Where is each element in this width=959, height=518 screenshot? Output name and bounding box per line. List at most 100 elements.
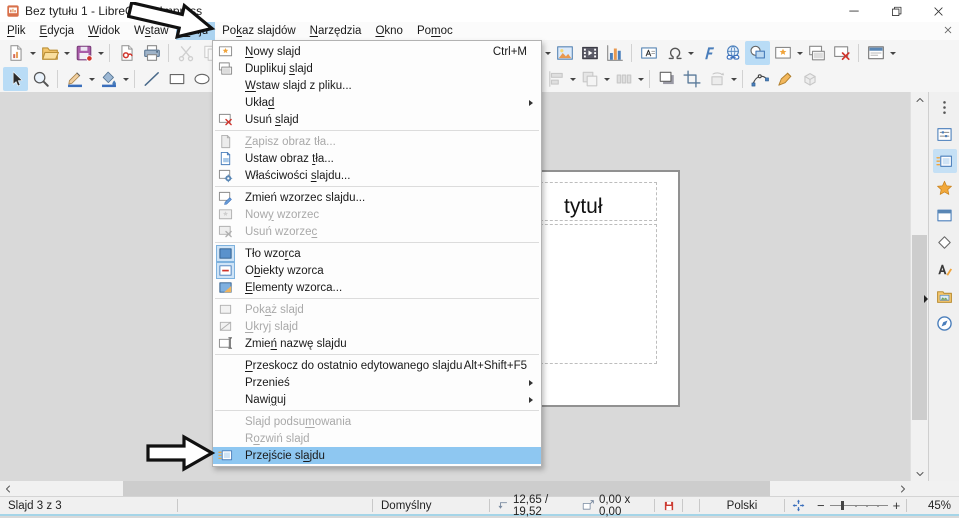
select-tool-button[interactable]: [3, 67, 28, 91]
distribute-dropdown-arrow-icon[interactable]: [636, 67, 645, 91]
export-pdf-button[interactable]: [114, 41, 139, 65]
duplicate-slide-button-button[interactable]: [804, 41, 829, 65]
scroll-up-icon[interactable]: [911, 92, 928, 107]
zoom-in-icon[interactable]: +: [893, 498, 901, 513]
new-slide-button-button[interactable]: [770, 41, 795, 65]
open-button[interactable]: [37, 41, 62, 65]
menu-item-slide-properties[interactable]: Właściwości slajdu...: [213, 167, 541, 184]
open-dropdown-arrow-icon[interactable]: [62, 41, 71, 65]
horizontal-scrollbar-thumb[interactable]: [123, 481, 770, 496]
sidebar-animation-panel[interactable]: [933, 176, 957, 200]
sidebar-slide-transition-panel[interactable]: [932, 149, 957, 173]
insert-line-button[interactable]: [139, 67, 164, 91]
menu-edycja[interactable]: Edycja: [33, 22, 82, 40]
menu-item-slide-transition[interactable]: Przejście slajdu: [213, 447, 541, 464]
transformations-dropdown-arrow-icon[interactable]: [729, 67, 738, 91]
show-draw-functions-button[interactable]: [745, 41, 770, 65]
menu-item-master-elements[interactable]: Elementy wzorca...: [213, 279, 541, 296]
fill-color-button[interactable]: [96, 67, 121, 91]
save-button[interactable]: [71, 41, 96, 65]
rectangle-tool-button[interactable]: [164, 67, 189, 91]
master-slide-button-button[interactable]: [863, 41, 888, 65]
new-document-dropdown-arrow-icon[interactable]: [28, 41, 37, 65]
restore-button[interactable]: [875, 0, 917, 22]
align-objects-button[interactable]: [543, 67, 568, 91]
menu-item-duplicate-slide[interactable]: Duplikuj slajd: [213, 60, 541, 77]
ellipse-tool-button[interactable]: [189, 67, 214, 91]
menu-item-move-slide[interactable]: Przenieś: [213, 374, 541, 391]
arrange-dropdown-arrow-icon[interactable]: [602, 67, 611, 91]
insert-table-dropdown-dropdown-arrow-icon[interactable]: [543, 41, 552, 65]
crop-button[interactable]: [679, 67, 704, 91]
print-button[interactable]: [139, 41, 164, 65]
3d-effects-button[interactable]: [797, 67, 822, 91]
master-slide-button-dropdown-arrow-icon[interactable]: [888, 41, 897, 65]
insert-textbox-button[interactable]: [636, 41, 661, 65]
menu-item-navigate[interactable]: Nawiguj: [213, 391, 541, 408]
menu-item-change-slide-master[interactable]: Zmień wzorzec slajdu...: [213, 189, 541, 206]
menu-narzedzia[interactable]: Narzędzia: [303, 22, 369, 40]
sidebar-sidebar-settings[interactable]: [933, 95, 957, 119]
menu-slajd[interactable]: Slajd: [175, 22, 216, 40]
menu-pokaz-slajdow[interactable]: Po k az slajdów: [215, 22, 303, 40]
close-button[interactable]: [917, 0, 959, 22]
cut-button[interactable]: [173, 41, 198, 65]
glue-points-button[interactable]: [772, 67, 797, 91]
menu-item-layout[interactable]: Układ: [213, 94, 541, 111]
menu-pomoc[interactable]: Po m oc: [410, 22, 460, 40]
delete-slide-button-button[interactable]: [829, 41, 854, 65]
scroll-down-icon[interactable]: [911, 466, 928, 481]
arrange-button[interactable]: [577, 67, 602, 91]
insert-image-button[interactable]: [552, 41, 577, 65]
sidebar-hide-grip[interactable]: [924, 295, 928, 303]
insert-chart-button[interactable]: [602, 41, 627, 65]
close-document-icon[interactable]: [943, 25, 953, 35]
zoom-out-icon[interactable]: −: [817, 498, 825, 513]
fontwork-button[interactable]: [695, 41, 720, 65]
zoom-slider-track[interactable]: [829, 500, 888, 511]
zoom-slider[interactable]: − +: [811, 497, 906, 514]
minimize-button[interactable]: [833, 0, 875, 22]
menu-item-set-background-image[interactable]: Ustaw obraz tła...: [213, 150, 541, 167]
vertical-scrollbar-thumb[interactable]: [912, 235, 927, 420]
special-character-dropdown-arrow-icon[interactable]: [686, 41, 695, 65]
sidebar-styles-panel[interactable]: [933, 257, 957, 281]
menu-wstaw[interactable]: Ws taw: [127, 22, 176, 40]
menu-item-rename-slide[interactable]: Zmień nazwę slajdu: [213, 335, 541, 352]
new-document-button[interactable]: [3, 41, 28, 65]
fill-color-dropdown-arrow-icon[interactable]: [121, 67, 130, 91]
menu-okno[interactable]: Okno: [368, 22, 410, 40]
menu-item-master-background[interactable]: Tło wzorca: [213, 245, 541, 262]
insert-media-button[interactable]: [577, 41, 602, 65]
menu-item-new-slide[interactable]: Nowy slajd Ctrl+M: [213, 43, 541, 60]
language-label[interactable]: Polski: [700, 497, 784, 514]
scroll-left-icon[interactable]: [0, 481, 15, 496]
sidebar-properties-panel[interactable]: [933, 122, 957, 146]
template-name-label[interactable]: Domyślny: [373, 497, 489, 514]
transformations-button[interactable]: [704, 67, 729, 91]
scroll-right-icon[interactable]: [895, 481, 910, 496]
edit-points-button[interactable]: [747, 67, 772, 91]
menu-item-insert-slide-from-file[interactable]: Wstaw slajd z pliku...: [213, 77, 541, 94]
menu-widok[interactable]: Widok: [81, 22, 127, 40]
new-slide-button-dropdown-arrow-icon[interactable]: [795, 41, 804, 65]
unsaved-changes-icon[interactable]: [655, 497, 682, 514]
menu-item-delete-slide[interactable]: Usuń slajd: [213, 111, 541, 128]
save-dropdown-arrow-icon[interactable]: [96, 41, 105, 65]
vertical-scrollbar[interactable]: [910, 92, 928, 481]
sidebar-master-slides-panel[interactable]: [933, 203, 957, 227]
sidebar-shapes-panel[interactable]: [933, 230, 957, 254]
line-color-dropdown-arrow-icon[interactable]: [87, 67, 96, 91]
zoom-tool-button[interactable]: [28, 67, 53, 91]
shadow-button[interactable]: [654, 67, 679, 91]
menu-item-master-objects[interactable]: Obiekty wzorca: [213, 262, 541, 279]
sidebar-navigator-panel[interactable]: [933, 311, 957, 335]
fit-slide-icon[interactable]: [785, 497, 811, 514]
hyperlink-button[interactable]: [720, 41, 745, 65]
zoom-slider-thumb[interactable]: [840, 501, 844, 510]
menu-item-jump-to-last-edited-slide[interactable]: Przeskocz do ostatnio edytowanego slajdu…: [213, 357, 541, 374]
zoom-percent-label[interactable]: 45%: [907, 497, 959, 514]
distribute-button[interactable]: [611, 67, 636, 91]
align-objects-dropdown-arrow-icon[interactable]: [568, 67, 577, 91]
line-color-button[interactable]: [62, 67, 87, 91]
